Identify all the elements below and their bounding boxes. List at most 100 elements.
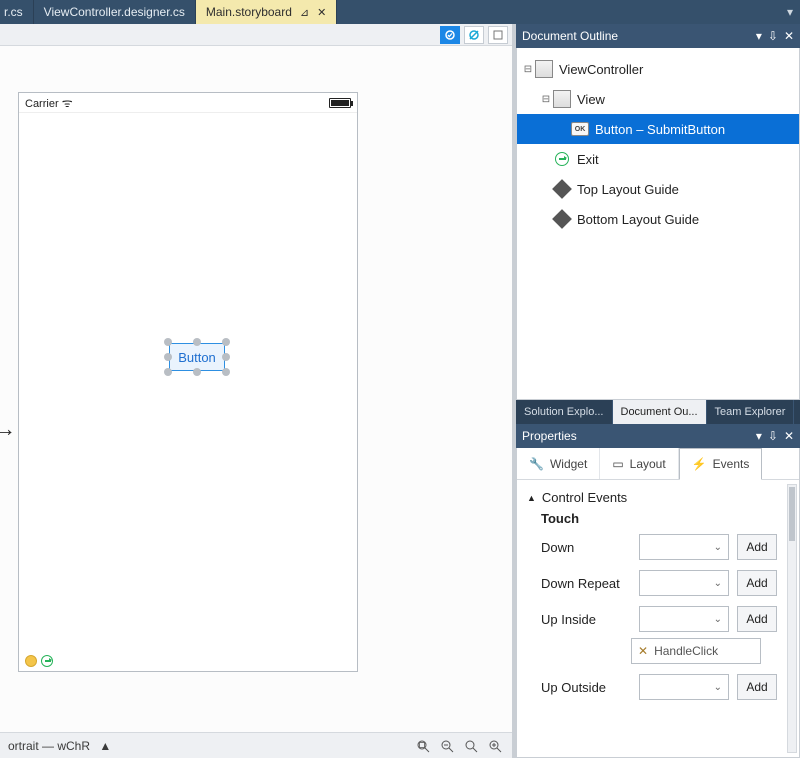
tab-widget[interactable]: 🔧 Widget: [517, 448, 600, 479]
event-row-down-repeat: Down Repeat ⌄ Add: [541, 570, 777, 596]
layout-guide-icon: [552, 209, 572, 229]
battery-icon: [329, 98, 351, 108]
add-button[interactable]: Add: [737, 606, 777, 632]
designer-toolbar: [0, 24, 512, 46]
tab-document-outline[interactable]: Document Ou...: [613, 400, 707, 424]
toolbar-button-1[interactable]: [440, 26, 460, 44]
event-label: Up Inside: [541, 612, 631, 627]
tab-solution-explorer[interactable]: Solution Explo...: [516, 400, 613, 424]
resize-handle[interactable]: [222, 368, 230, 376]
tab-team-explorer[interactable]: Team Explorer: [707, 400, 795, 424]
resize-handle[interactable]: [164, 338, 172, 346]
button-control[interactable]: Button: [169, 343, 225, 371]
zoom-out-icon[interactable]: [438, 737, 456, 755]
resize-handle[interactable]: [193, 338, 201, 346]
scrollbar-thumb[interactable]: [789, 487, 795, 541]
tree-label: Top Layout Guide: [577, 182, 679, 197]
event-dropdown[interactable]: ⌄: [639, 534, 729, 560]
close-icon[interactable]: ✕: [784, 429, 794, 443]
zoom-reset-icon[interactable]: [462, 737, 480, 755]
tree-label: View: [577, 92, 605, 107]
tab-overflow-button[interactable]: ▾: [780, 0, 800, 24]
disclosure-icon[interactable]: ▲: [527, 493, 536, 503]
toolbar-button-3[interactable]: [488, 26, 508, 44]
disclosure-icon[interactable]: ⊟: [539, 94, 553, 105]
tree-label: Button – SubmitButton: [595, 122, 725, 137]
exit-icon[interactable]: [41, 655, 53, 667]
file-tabstrip: r.cs ViewController.designer.cs Main.sto…: [0, 0, 800, 24]
event-row-up-inside: Up Inside ⌄ Add: [541, 606, 777, 632]
close-icon[interactable]: ✕: [784, 29, 794, 43]
panel-menu-icon[interactable]: ▾: [756, 29, 762, 43]
btn-label: Add: [746, 612, 767, 626]
add-button[interactable]: Add: [737, 570, 777, 596]
pin-icon[interactable]: ⇩: [768, 429, 778, 443]
panel-title: Properties: [522, 429, 577, 443]
handler-name: HandleClick: [654, 644, 718, 658]
view-icon: [553, 90, 571, 108]
add-button[interactable]: Add: [737, 674, 777, 700]
tab-events[interactable]: ⚡ Events: [679, 448, 763, 480]
selected-control[interactable]: Button: [169, 343, 225, 371]
disclosure-icon[interactable]: ⊟: [521, 64, 535, 75]
resize-handle[interactable]: [222, 353, 230, 361]
event-label: Down: [541, 540, 631, 555]
event-dropdown[interactable]: ⌄: [639, 570, 729, 596]
zoom-in-icon[interactable]: [486, 737, 504, 755]
tab-label: Document Ou...: [621, 406, 698, 418]
size-class-menu-icon[interactable]: ▲: [99, 739, 111, 753]
file-tab-designer[interactable]: ViewController.designer.cs: [34, 0, 196, 24]
design-canvas[interactable]: → Carrier ᯤ Button: [0, 46, 512, 732]
carrier-label: Carrier: [25, 98, 59, 110]
event-dropdown[interactable]: ⌄: [639, 674, 729, 700]
toolbar-button-2[interactable]: [464, 26, 484, 44]
properties-content[interactable]: ▲Control Events Touch Down ⌄ Add Down Re…: [517, 480, 799, 757]
section-label: Control Events: [542, 490, 627, 505]
wrench-icon: 🔧: [529, 457, 544, 471]
tree-item-viewcontroller[interactable]: ⊟ ViewController: [517, 54, 799, 84]
device-frame[interactable]: Carrier ᯤ Button: [18, 92, 358, 672]
resize-handle[interactable]: [164, 353, 172, 361]
zoom-fit-icon[interactable]: [414, 737, 432, 755]
add-button[interactable]: Add: [737, 534, 777, 560]
file-tab-partial[interactable]: r.cs: [0, 0, 34, 24]
pin-icon[interactable]: ⊿: [300, 6, 309, 19]
tab-layout[interactable]: ▭Layout: [600, 448, 678, 479]
tree-item-view[interactable]: ⊟ View: [517, 84, 799, 114]
file-tab-storyboard[interactable]: Main.storyboard ⊿ ✕: [196, 0, 337, 24]
event-label: Down Repeat: [541, 576, 631, 591]
panel-menu-icon[interactable]: ▾: [756, 429, 762, 443]
tree-item-top-layout-guide[interactable]: Top Layout Guide: [517, 174, 799, 204]
resize-handle[interactable]: [222, 338, 230, 346]
tree-item-exit[interactable]: Exit: [517, 144, 799, 174]
tab-label: ViewController.designer.cs: [44, 5, 185, 19]
event-handler-chip[interactable]: ✕ HandleClick: [631, 638, 761, 664]
resize-handle[interactable]: [193, 368, 201, 376]
panel-tab-well: Solution Explo... Document Ou... Team Ex…: [516, 400, 800, 424]
close-icon[interactable]: ✕: [317, 6, 326, 19]
scrollbar[interactable]: [787, 484, 797, 753]
first-responder-icon[interactable]: [25, 655, 37, 667]
tree-item-bottom-layout-guide[interactable]: Bottom Layout Guide: [517, 204, 799, 234]
pin-icon[interactable]: ⇩: [768, 29, 778, 43]
tree-label: Exit: [577, 152, 599, 167]
lightning-icon: ⚡: [692, 457, 707, 471]
layout-guide-icon: [552, 179, 572, 199]
remove-handler-icon[interactable]: ✕: [638, 644, 648, 658]
tab-label: Widget: [550, 457, 587, 471]
tab-label: Solution Explo...: [524, 406, 604, 418]
button-icon: OK: [571, 122, 589, 136]
section-control-events[interactable]: ▲ Control Events: [527, 490, 791, 505]
properties-header: Properties ▾ ⇩ ✕: [516, 424, 800, 448]
tree-label: ViewController: [559, 62, 643, 77]
btn-label: Add: [746, 540, 767, 554]
tree-item-button-selected[interactable]: OK Button – SubmitButton: [517, 114, 799, 144]
resize-handle[interactable]: [164, 368, 172, 376]
panel-title: Document Outline: [522, 29, 618, 43]
document-outline-tree[interactable]: ⊟ ViewController ⊟ View OK Button – Subm…: [516, 48, 800, 400]
event-dropdown[interactable]: ⌄: [639, 606, 729, 632]
btn-label: Add: [746, 680, 767, 694]
tab-label: Events: [713, 457, 750, 471]
properties-panel: 🔧Widget ▭Layout ⚡Events ▲Control Events …: [516, 448, 800, 758]
tab-label: r.cs: [4, 5, 23, 19]
